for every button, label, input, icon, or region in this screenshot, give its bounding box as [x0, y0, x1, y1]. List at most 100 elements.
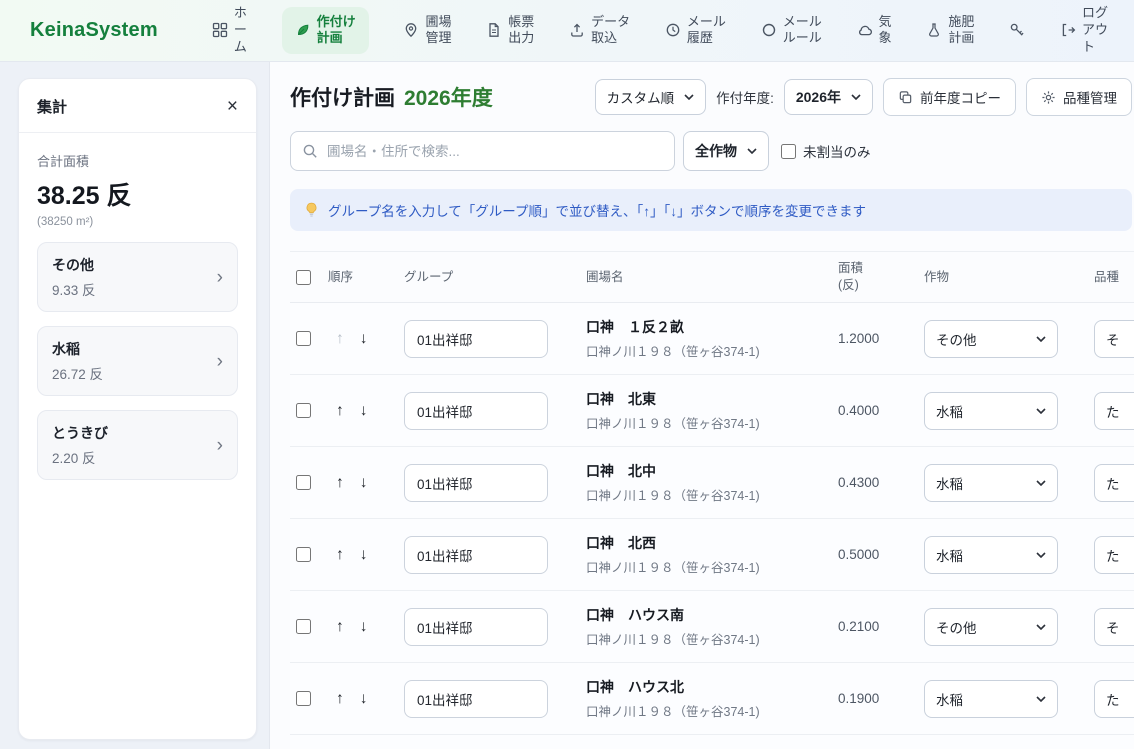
nav-item-mail-rules[interactable]: メール ルール	[761, 14, 822, 48]
nav-item-report-output[interactable]: 帳票 出力	[486, 14, 534, 48]
row-checkbox[interactable]	[296, 331, 311, 346]
header-variety: 品種	[1094, 269, 1134, 286]
row-checkbox[interactable]	[296, 691, 311, 706]
grid-icon	[212, 22, 228, 38]
crop-select[interactable]: 水稲	[924, 536, 1058, 574]
row-checkbox[interactable]	[296, 475, 311, 490]
search-input[interactable]	[290, 131, 675, 171]
move-up-button[interactable]: ↑	[336, 475, 344, 491]
variety-select[interactable]: た	[1094, 464, 1134, 502]
crop-summary-card-sonota[interactable]: その他 9.33 反 ›	[37, 242, 238, 312]
map-pin-icon	[403, 22, 419, 38]
move-down-button[interactable]: ↓	[360, 475, 368, 491]
key-icon	[1009, 22, 1025, 38]
crop-summary-card-suito[interactable]: 水稲 26.72 反 ›	[37, 326, 238, 396]
nav-item-weather[interactable]: 気 象	[857, 14, 892, 48]
crop-summary-value: 26.72 反	[52, 363, 103, 383]
crop-summary-name: とうきび	[52, 423, 108, 443]
variety-management-button[interactable]: 品種管理	[1026, 78, 1132, 116]
crop-select[interactable]: 水稲	[924, 464, 1058, 502]
chevron-down-icon	[1036, 480, 1046, 486]
group-input[interactable]	[404, 392, 548, 430]
move-down-button[interactable]: ↓	[360, 619, 368, 635]
variety-select[interactable]: そ	[1094, 320, 1134, 358]
crop-select-value: 水稲	[936, 689, 963, 709]
move-up-button[interactable]: ↑	[336, 331, 344, 347]
document-icon	[486, 22, 502, 38]
move-down-button[interactable]: ↓	[360, 403, 368, 419]
group-input[interactable]	[404, 608, 548, 646]
variety-management-label: 品種管理	[1063, 87, 1117, 107]
total-area-value: 38.25 反	[37, 176, 238, 212]
group-input[interactable]	[404, 536, 548, 574]
variety-select[interactable]: た	[1094, 392, 1134, 430]
nav-item-fertilizer-plan[interactable]: 施肥 計画	[926, 14, 974, 48]
crop-select[interactable]: その他	[924, 320, 1058, 358]
crop-filter-select[interactable]: 全作物	[683, 131, 769, 171]
page-title: 作付け計画	[290, 82, 395, 112]
copy-previous-year-button[interactable]: 前年度コピー	[883, 78, 1016, 116]
planting-table: 順序 グループ 圃場名 面積 (反) 作物 品種 ↑ ↓ 口神 １反２畝 口神ノ…	[290, 251, 1132, 749]
nav-item-label: メール 履歴	[687, 14, 726, 48]
row-checkbox[interactable]	[296, 403, 311, 418]
group-input[interactable]	[404, 320, 548, 358]
main-nav: ホ ー ム 作付け 計画 圃場 管理 帳票 出力 データ 取込 メール 履歴 メ…	[212, 5, 1108, 56]
crop-select[interactable]: その他	[924, 608, 1058, 646]
table-row: ↑ ↓ 口神 北東 口神ノ川１９８（笹ヶ谷374-1) 0.4000 水稲 た	[290, 375, 1134, 447]
copy-icon	[898, 90, 913, 105]
row-checkbox[interactable]	[296, 619, 311, 634]
nav-item-label: 気 象	[879, 14, 892, 48]
crop-select[interactable]: 水稲	[924, 680, 1058, 718]
move-up-button[interactable]: ↑	[336, 403, 344, 419]
variety-select[interactable]: た	[1094, 536, 1134, 574]
variety-select-value: そ	[1106, 617, 1120, 637]
plant-year-label: 作付年度:	[716, 87, 774, 107]
move-down-button[interactable]: ↓	[360, 691, 368, 707]
unassigned-only-toggle[interactable]: 未割当のみ	[781, 141, 871, 161]
nav-item-mail-history[interactable]: メール 履歴	[665, 14, 726, 48]
table-row: ↑ ↓ 口神 北中 口神ノ川１９８（笹ヶ谷374-1) 0.4300 水稲 た	[290, 447, 1134, 519]
summary-sidebar: 集計 × 合計面積 38.25 反 (38250 m²) その他 9.33 反 …	[0, 62, 269, 749]
nav-item-data-import[interactable]: データ 取込	[569, 14, 630, 48]
move-up-button[interactable]: ↑	[336, 619, 344, 635]
move-down-button[interactable]: ↓	[360, 331, 368, 347]
group-input[interactable]	[404, 464, 548, 502]
unassigned-only-checkbox[interactable]	[781, 144, 796, 159]
cloud-icon	[857, 22, 873, 38]
field-address: 口神ノ川１９８（笹ヶ谷374-1)	[586, 701, 838, 720]
field-name: 口神 北東	[586, 389, 838, 409]
move-down-button[interactable]: ↓	[360, 547, 368, 563]
crop-select[interactable]: 水稲	[924, 392, 1058, 430]
field-name: 口神 北西	[586, 533, 838, 553]
top-nav: KeinaSystem ホ ー ム 作付け 計画 圃場 管理 帳票 出力 データ…	[0, 0, 1134, 62]
area-value: 0.2100	[838, 619, 924, 634]
search-icon	[302, 143, 318, 159]
plant-year-value: 2026年	[796, 87, 841, 107]
crop-summary-value: 9.33 反	[52, 279, 96, 299]
variety-select-value: た	[1106, 545, 1120, 565]
close-icon[interactable]: ×	[227, 97, 238, 116]
crop-summary-name: その他	[52, 255, 96, 275]
history-clock-icon	[665, 22, 681, 38]
sort-order-select[interactable]: カスタム順	[595, 79, 707, 115]
crop-summary-name: 水稲	[52, 339, 103, 359]
crop-select-value: 水稲	[936, 545, 963, 565]
field-address: 口神ノ川１９８（笹ヶ谷374-1)	[586, 341, 838, 360]
password-key-button[interactable]	[1009, 22, 1025, 38]
lightbulb-icon	[304, 202, 319, 218]
select-all-checkbox[interactable]	[296, 270, 311, 285]
crop-summary-card-tokibi[interactable]: とうきび 2.20 反 ›	[37, 410, 238, 480]
nav-item-field-management[interactable]: 圃場 管理	[403, 14, 451, 48]
variety-select[interactable]: そ	[1094, 608, 1134, 646]
move-up-button[interactable]: ↑	[336, 691, 344, 707]
group-input[interactable]	[404, 680, 548, 718]
move-up-button[interactable]: ↑	[336, 547, 344, 563]
variety-select[interactable]: た	[1094, 680, 1134, 718]
row-checkbox[interactable]	[296, 547, 311, 562]
plant-year-select[interactable]: 2026年	[784, 79, 873, 115]
total-area-sqm: (38250 m²)	[37, 216, 238, 228]
nav-item-planting-plan[interactable]: 作付け 計画	[282, 7, 369, 55]
nav-item-label: データ 取込	[591, 14, 630, 48]
nav-item-home[interactable]: ホ ー ム	[212, 5, 247, 56]
nav-item-logout[interactable]: ログ アウ ト	[1060, 5, 1108, 56]
